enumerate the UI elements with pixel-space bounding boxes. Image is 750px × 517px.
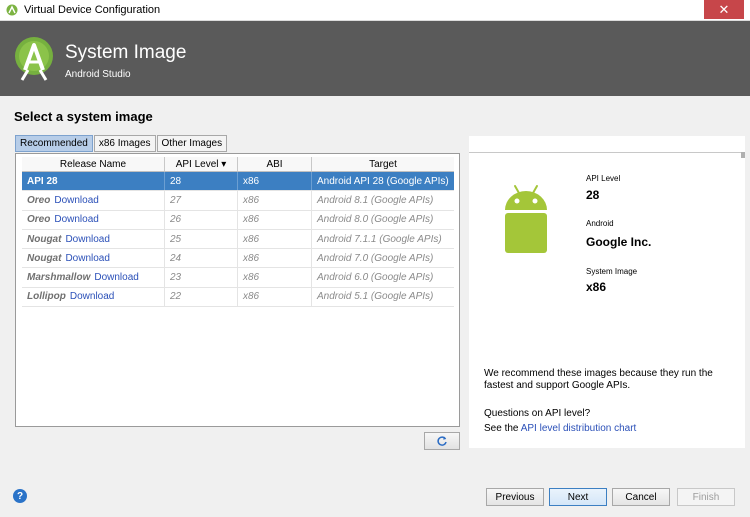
- table-row[interactable]: Nougat Download 25 x86 Android 7.1.1 (Goo…: [22, 229, 454, 250]
- android-studio-logo-icon: [15, 37, 53, 81]
- table-row[interactable]: Marshmallow Download 23 x86 Android 6.0 (…: [22, 268, 454, 288]
- api-level-cell: 26: [165, 210, 238, 229]
- refresh-icon: [437, 436, 447, 446]
- tab-recommended[interactable]: Recommended: [15, 135, 93, 152]
- android-robot-icon: [505, 185, 547, 253]
- release-name: Marshmallow: [27, 272, 91, 284]
- target-cell: Android API 28 (Google APIs): [317, 175, 449, 187]
- android-vendor-value: Google Inc.: [586, 235, 652, 249]
- api-distribution-chart-link[interactable]: API level distribution chart: [521, 423, 637, 434]
- release-name: Lollipop: [27, 291, 66, 303]
- download-link[interactable]: Download: [94, 272, 138, 283]
- release-name-cell: Nougat Download: [22, 229, 165, 249]
- release-name-cell: Oreo Download: [22, 191, 165, 210]
- release-name-cell: Lollipop Download: [22, 287, 165, 307]
- column-header-api-level[interactable]: API Level ▾: [165, 157, 238, 171]
- detail-scrollbar[interactable]: [741, 152, 745, 158]
- release-name-cell: API 28: [22, 172, 165, 191]
- api-level-cell: 25: [165, 229, 238, 249]
- next-button[interactable]: Next: [549, 488, 607, 506]
- release-name: Nougat: [27, 252, 62, 264]
- abi-cell: x86: [238, 210, 312, 229]
- header-title: System Image: [65, 42, 187, 63]
- cancel-button[interactable]: Cancel: [612, 488, 670, 506]
- api-level-cell: 22: [165, 287, 238, 307]
- release-name: API 28: [27, 175, 58, 187]
- release-name-cell: Oreo Download: [22, 210, 165, 229]
- download-link[interactable]: Download: [54, 214, 98, 225]
- column-header-release-name[interactable]: Release Name: [22, 157, 165, 171]
- release-name-cell: Nougat Download: [22, 249, 165, 268]
- table-row[interactable]: Nougat Download 24 x86 Android 7.0 (Googl…: [22, 249, 454, 269]
- abi-cell: x86: [238, 268, 312, 287]
- release-name: Nougat: [27, 233, 62, 245]
- abi-cell: x86: [238, 249, 312, 268]
- see-prefix: See the: [484, 423, 519, 434]
- abi-cell: x86: [238, 229, 312, 249]
- system-image-value: x86: [586, 280, 607, 294]
- system-image-label: System Image: [586, 267, 638, 276]
- target-cell: Android 7.0 (Google APIs): [317, 252, 434, 264]
- abi-cell: x86: [238, 172, 312, 191]
- window-title: Virtual Device Configuration: [24, 4, 161, 16]
- api-level-cell: 23: [165, 268, 238, 287]
- section-title: Select a system image: [14, 109, 153, 124]
- tab-x86-images[interactable]: x86 Images: [93, 135, 156, 152]
- distribution-chart-line: See the API level distribution chart: [484, 423, 636, 434]
- api-level-cell: 27: [165, 191, 238, 210]
- api-level-value: 28: [586, 188, 600, 202]
- abi-cell: x86: [238, 287, 312, 307]
- window-titlebar: Virtual Device Configuration ✕: [0, 0, 750, 21]
- table-row[interactable]: API 28 28 x86 Android API 28 (Google API…: [22, 172, 454, 192]
- download-link[interactable]: Download: [54, 195, 98, 206]
- help-icon[interactable]: ?: [13, 489, 27, 503]
- target-cell: Android 8.0 (Google APIs): [317, 214, 434, 226]
- abi-cell: x86: [238, 191, 312, 210]
- close-button[interactable]: ✕: [704, 0, 744, 19]
- table-row[interactable]: Oreo Download 26 x86 Android 8.0 (Google …: [22, 210, 454, 230]
- api-level-question: Questions on API level?: [484, 408, 591, 419]
- detail-divider: [469, 152, 745, 153]
- wizard-header: System Image Android Studio: [0, 21, 750, 96]
- finish-button[interactable]: Finish: [677, 488, 735, 506]
- image-tabs: Recommended x86 Images Other Images: [15, 135, 228, 153]
- column-header-target[interactable]: Target: [312, 157, 454, 171]
- release-name: Oreo: [27, 194, 51, 206]
- system-image-table: Release Name API Level ▾ ABI Target API …: [22, 157, 454, 308]
- tab-other-images[interactable]: Other Images: [156, 135, 228, 152]
- download-link[interactable]: Download: [70, 291, 114, 302]
- target-cell: Android 8.1 (Google APIs): [317, 194, 434, 206]
- download-link[interactable]: Download: [65, 253, 109, 264]
- release-name-cell: Marshmallow Download: [22, 268, 165, 287]
- target-cell: Android 6.0 (Google APIs): [317, 272, 434, 284]
- table-row[interactable]: Lollipop Download 22 x86 Android 5.1 (Goo…: [22, 287, 454, 308]
- api-level-label: API Level: [586, 174, 621, 183]
- api-level-cell: 28: [165, 172, 238, 191]
- release-name: Oreo: [27, 214, 51, 226]
- api-level-cell: 24: [165, 249, 238, 268]
- target-cell: Android 5.1 (Google APIs): [317, 291, 434, 303]
- image-detail-panel: API Level 28 Android Google Inc. System …: [469, 136, 745, 448]
- column-header-abi[interactable]: ABI: [238, 157, 312, 171]
- android-studio-icon: [6, 4, 18, 16]
- table-header: Release Name API Level ▾ ABI Target: [22, 157, 454, 172]
- system-image-table-panel: Release Name API Level ▾ ABI Target API …: [15, 153, 460, 427]
- refresh-button[interactable]: [424, 432, 460, 450]
- header-subtitle: Android Studio: [65, 69, 131, 80]
- previous-button[interactable]: Previous: [486, 488, 544, 506]
- android-label: Android: [586, 219, 614, 228]
- table-row[interactable]: Oreo Download 27 x86 Android 8.1 (Google …: [22, 191, 454, 211]
- download-link[interactable]: Download: [65, 234, 109, 245]
- target-cell: Android 7.1.1 (Google APIs): [317, 233, 442, 245]
- recommendation-text: We recommend these images because they r…: [484, 368, 713, 391]
